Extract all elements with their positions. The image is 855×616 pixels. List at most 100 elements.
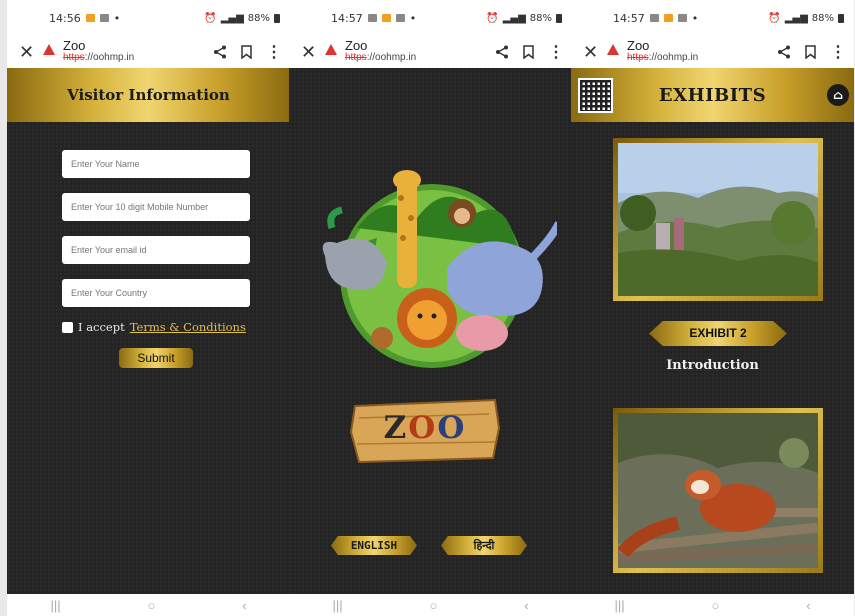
name-input[interactable] [62, 150, 250, 178]
zoo-logo: ZOO [349, 398, 501, 464]
back-button[interactable]: ‹ [242, 598, 246, 613]
android-nav-bar: ||| ○ ‹ [571, 594, 854, 616]
hindi-button[interactable]: हिन्दी [441, 536, 527, 555]
recents-button[interactable]: ||| [50, 598, 60, 613]
home-nav-button[interactable]: ○ [429, 598, 437, 613]
battery-percent: 88% [811, 12, 834, 24]
back-button[interactable]: ‹ [524, 598, 528, 613]
signal-icon: ▂▄▆ [502, 12, 526, 24]
home-nav-button[interactable]: ○ [147, 598, 155, 613]
android-nav-bar: ||| ○ ‹ [7, 594, 290, 616]
bookmark-icon[interactable] [805, 45, 816, 59]
status-time: 14:57 [613, 11, 645, 25]
url-box[interactable]: Zoo https://oohmp.in [627, 38, 769, 64]
page-url: https://oohmp.in [345, 52, 417, 63]
back-button[interactable]: ‹ [806, 598, 810, 613]
home-icon[interactable]: ⌂ [827, 84, 849, 106]
share-icon[interactable] [213, 45, 227, 59]
alarm-icon: ⏰ [486, 12, 499, 24]
status-time: 14:57 [331, 11, 363, 25]
share-icon[interactable] [495, 45, 509, 59]
exhibit-image-frame[interactable] [613, 138, 823, 301]
battery-percent: 88% [247, 12, 270, 24]
battery-percent: 88% [529, 12, 552, 24]
alarm-icon: ⏰ [204, 12, 217, 24]
phone-exhibits: 14:57 • ⏰ ▂▄▆ 88% ✕ Zoo https://oohmp.in ⋮… [571, 0, 854, 616]
close-icon[interactable]: ✕ [583, 42, 599, 63]
gallery-icon [649, 14, 659, 22]
url-box[interactable]: Zoo https://oohmp.in [63, 38, 205, 64]
linkedin-icon [677, 14, 687, 22]
url-box[interactable]: Zoo https://oohmp.in [345, 38, 487, 64]
recents-button[interactable]: ||| [332, 598, 342, 613]
alarm-icon: ⏰ [768, 12, 781, 24]
notification-icon [381, 14, 391, 22]
share-icon[interactable] [777, 45, 791, 59]
exhibit-label-button[interactable]: EXHIBIT 2 [649, 321, 787, 346]
terms-row: I accept Terms & Conditions [62, 320, 250, 334]
page-content: EXHIBITS ⌂ EXHIBIT 2 Introduction [571, 68, 854, 594]
zoo-logo-text: ZOO [383, 410, 467, 446]
zoo-animals-illustration [322, 170, 557, 368]
linkedin-icon [99, 14, 109, 22]
warning-icon[interactable] [325, 43, 337, 55]
exhibit-landscape-photo [618, 143, 818, 296]
dot-icon: • [113, 11, 121, 25]
more-icon[interactable]: ⋮ [266, 42, 282, 62]
submit-button[interactable]: Submit [119, 348, 193, 368]
phone-zoo-landing: 14:57 • ⏰ ▂▄▆ 88% ✕ Zoo https://oohmp.in ⋮ [289, 0, 572, 616]
header-banner: Visitor Information [7, 68, 290, 122]
browser-toolbar: ✕ Zoo https://oohmp.in ⋮ [7, 36, 290, 68]
browser-toolbar: ✕ Zoo https://oohmp.in ⋮ [289, 36, 572, 68]
terms-checkbox[interactable] [62, 321, 73, 333]
qr-code-icon[interactable] [578, 78, 613, 113]
email-input[interactable] [62, 236, 250, 264]
status-bar: 14:57 • ⏰ ▂▄▆ 88% [289, 0, 572, 36]
warning-icon[interactable] [43, 43, 55, 55]
english-button[interactable]: ENGLISH [331, 536, 417, 555]
status-bar: 14:57 • ⏰ ▂▄▆ 88% [571, 0, 854, 36]
more-icon[interactable]: ⋮ [548, 42, 564, 62]
page-heading: EXHIBITS [658, 84, 767, 106]
terms-link[interactable]: Terms & Conditions [130, 320, 246, 334]
red-panda-photo [617, 413, 819, 568]
page-heading: Visitor Information [67, 86, 230, 104]
notification-icon [663, 14, 673, 22]
country-input[interactable] [62, 279, 250, 307]
close-icon[interactable]: ✕ [301, 42, 317, 63]
introduction-heading[interactable]: Introduction [571, 358, 854, 373]
exhibit-image-frame[interactable] [613, 408, 823, 573]
page-title: Zoo [345, 38, 368, 53]
android-nav-bar: ||| ○ ‹ [289, 594, 572, 616]
visitor-form: I accept Terms & Conditions Submit [62, 150, 250, 368]
browser-toolbar: ✕ Zoo https://oohmp.in ⋮ [571, 36, 854, 68]
header-banner: EXHIBITS ⌂ [571, 68, 854, 122]
phone-visitor-info: 14:56 • ⏰ ▂▄▆ 88% ✕ Zoo https://oohmp.in ⋮… [7, 0, 290, 616]
signal-icon: ▂▄▆ [220, 12, 244, 24]
page-title: Zoo [627, 38, 650, 53]
screenshot-collage: 14:56 • ⏰ ▂▄▆ 88% ✕ Zoo https://oohmp.in ⋮… [0, 0, 855, 616]
warning-icon[interactable] [607, 43, 619, 55]
dot-icon: • [691, 11, 699, 25]
linkedin-icon [395, 14, 405, 22]
mobile-input[interactable] [62, 193, 250, 221]
battery-icon [274, 13, 280, 23]
status-time: 14:56 [49, 11, 81, 25]
page-url: https://oohmp.in [627, 52, 699, 63]
close-icon[interactable]: ✕ [19, 42, 35, 63]
home-nav-button[interactable]: ○ [711, 598, 719, 613]
gallery-icon [367, 14, 377, 22]
recents-button[interactable]: ||| [614, 598, 624, 613]
status-bar: 14:56 • ⏰ ▂▄▆ 88% [7, 0, 290, 36]
bookmark-icon[interactable] [241, 45, 252, 59]
more-icon[interactable]: ⋮ [830, 42, 846, 62]
battery-icon [838, 13, 844, 23]
page-url: https://oohmp.in [63, 52, 135, 63]
dot-icon: • [409, 11, 417, 25]
page-content: ZOO ENGLISH हिन्दी [289, 68, 572, 594]
bookmark-icon[interactable] [523, 45, 534, 59]
page-title: Zoo [63, 38, 86, 53]
battery-icon [556, 13, 562, 23]
page-content: Visitor Information I accept Terms & Con… [7, 68, 290, 594]
accept-text: I accept [78, 320, 125, 334]
